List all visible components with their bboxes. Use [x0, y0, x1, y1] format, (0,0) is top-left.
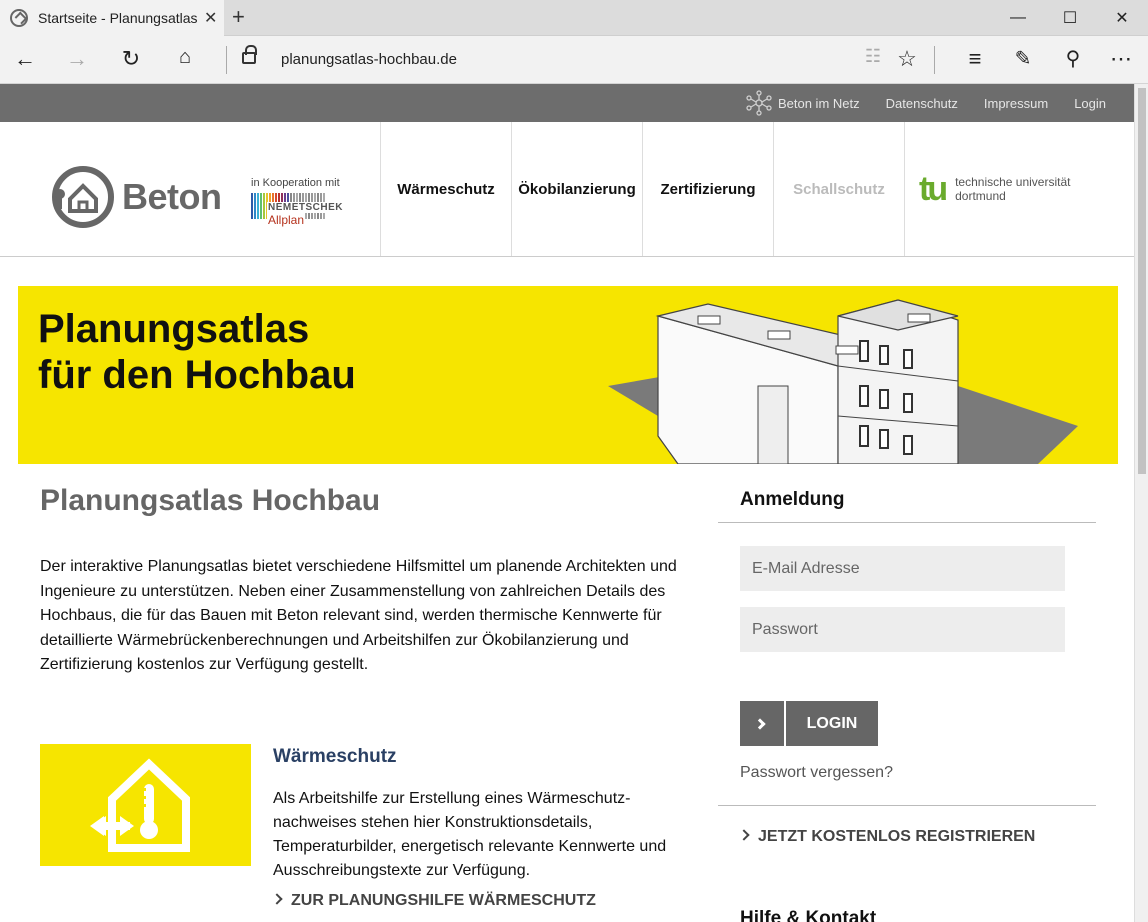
scrollbar-thumb[interactable] — [1138, 88, 1146, 474]
login-title: Anmeldung — [740, 489, 845, 510]
minimize-icon[interactable]: — — [992, 0, 1044, 36]
nemetschek-logo[interactable]: NEMETSCHEK Allplan — [251, 193, 345, 227]
nemetschek-name: NEMETSCHEK — [267, 202, 345, 213]
forward-icon[interactable]: → — [62, 46, 92, 72]
divider — [226, 46, 227, 74]
network-icon — [746, 90, 772, 116]
allplan-name: Allplan — [267, 213, 306, 227]
nav-zertifizierung[interactable]: Zertifizierung — [642, 122, 773, 256]
banner-title-line2: für den Hochbau — [38, 353, 356, 397]
tab-title: Startseite - Planungsatlas — [38, 10, 198, 26]
register-link[interactable]: JETZT KOSTENLOS REGISTRIEREN — [738, 828, 1036, 846]
nav-schallschutz[interactable]: Schallschutz — [773, 122, 904, 256]
building-illustration — [608, 299, 1078, 464]
close-window-icon[interactable]: ✕ — [1096, 0, 1148, 36]
chevron-right-icon — [271, 893, 283, 905]
beton-logo-text: Beton — [122, 176, 222, 217]
nav-oekobilanzierung[interactable]: Ökobilanzierung — [511, 122, 642, 256]
hero-banner: Planungsatlas für den Hochbau — [18, 286, 1118, 464]
top-link-label: Beton im Netz — [777, 95, 860, 111]
waermeschutz-card-title[interactable]: Wärmeschutz — [273, 746, 397, 768]
login-arrow-icon[interactable] — [740, 701, 784, 746]
tu-name: technische universität dortmund — [955, 175, 1070, 203]
favorite-star-icon[interactable]: ☆ — [892, 46, 922, 72]
cooperation-label: in Kooperation mit — [251, 177, 340, 189]
waermeschutz-card-image[interactable] — [40, 744, 251, 866]
lock-icon — [242, 45, 257, 64]
login-button[interactable]: LOGIN — [740, 701, 878, 746]
nav-waermeschutz[interactable]: Wärmeschutz — [380, 122, 511, 256]
maximize-icon[interactable]: ☐ — [1044, 0, 1096, 36]
top-link-login[interactable]: Login — [1074, 96, 1106, 111]
waermeschutz-card-link[interactable]: ZUR PLANUNGSHILFE WÄRMESCHUTZ — [271, 892, 596, 910]
banner-title-line1: Planungsatlas — [38, 307, 310, 351]
login-button-label[interactable]: LOGIN — [786, 701, 878, 746]
reading-view-icon[interactable]: ☷ — [858, 46, 888, 67]
waermeschutz-card-text: Als Arbeitshilfe zur Erstellung eines Wä… — [273, 790, 667, 879]
banner-title: Planungsatlas für den Hochbau — [38, 306, 356, 398]
address-bar: ← → ↻ ⌂ planungsatlas-hochbau.de ☷ ☆ ≡ ✎… — [0, 36, 1148, 84]
tu-name-line2: dortmund — [955, 189, 1006, 203]
forgot-password-link[interactable]: Passwort vergessen? — [740, 764, 893, 782]
site-header: Beton in Kooperation mit NEMETSCHEK Allp… — [0, 122, 1134, 257]
help-title: Hilfe & Kontakt — [740, 908, 877, 922]
page-title: Planungsatlas Hochbau — [40, 484, 381, 517]
tu-logo-mark: tu — [919, 170, 948, 208]
browser-tab-bar: Startseite - Planungsatlas ✕ + — ☐ ✕ — [0, 0, 1148, 36]
top-link-impressum[interactable]: Impressum — [984, 96, 1048, 111]
home-icon[interactable]: ⌂ — [170, 46, 200, 69]
tu-dortmund-logo[interactable]: tu technische universität dortmund — [904, 122, 1134, 256]
house-thermometer-icon — [90, 758, 190, 852]
window-controls: — ☐ ✕ — [992, 0, 1148, 36]
top-link-datenschutz[interactable]: Datenschutz — [886, 96, 958, 111]
main-navigation: Wärmeschutz Ökobilanzierung Zertifizieru… — [380, 122, 1134, 256]
hub-icon[interactable]: ≡ — [960, 46, 990, 72]
intro-text: Der interaktive Planungsatlas bietet ver… — [40, 558, 677, 673]
site-top-bar: Beton im Netz Datenschutz Impressum Logi… — [0, 84, 1134, 122]
web-note-icon[interactable]: ✎ — [1008, 46, 1038, 71]
back-icon[interactable]: ← — [10, 46, 40, 72]
chevron-right-icon — [738, 829, 750, 841]
browser-tab[interactable]: Startseite - Planungsatlas ✕ — [0, 0, 224, 36]
new-tab-icon[interactable]: + — [232, 4, 245, 30]
page-scrollbar[interactable] — [1134, 84, 1148, 922]
share-icon[interactable]: ⚲ — [1058, 46, 1088, 71]
tu-name-line1: technische universität — [955, 175, 1071, 189]
site-favicon-icon — [10, 9, 28, 27]
top-link-beton-im-netz[interactable]: Beton im Netz — [746, 90, 860, 116]
email-field[interactable] — [740, 546, 1065, 591]
top-links: Beton im Netz Datenschutz Impressum Logi… — [746, 84, 1106, 122]
waermeschutz-card-link-label: ZUR PLANUNGSHILFE WÄRMESCHUTZ — [291, 892, 596, 909]
password-field[interactable] — [740, 607, 1065, 652]
divider — [934, 46, 935, 74]
divider — [718, 805, 1096, 806]
beton-logo-icon — [52, 166, 114, 228]
register-link-label: JETZT KOSTENLOS REGISTRIEREN — [758, 828, 1036, 845]
url-field[interactable]: planungsatlas-hochbau.de — [281, 51, 457, 68]
more-icon[interactable]: ⋯ — [1106, 46, 1136, 72]
beton-logo[interactable]: Beton — [50, 164, 222, 230]
divider — [718, 522, 1096, 523]
close-tab-icon[interactable]: ✕ — [204, 8, 217, 28]
refresh-icon[interactable]: ↻ — [116, 46, 146, 72]
